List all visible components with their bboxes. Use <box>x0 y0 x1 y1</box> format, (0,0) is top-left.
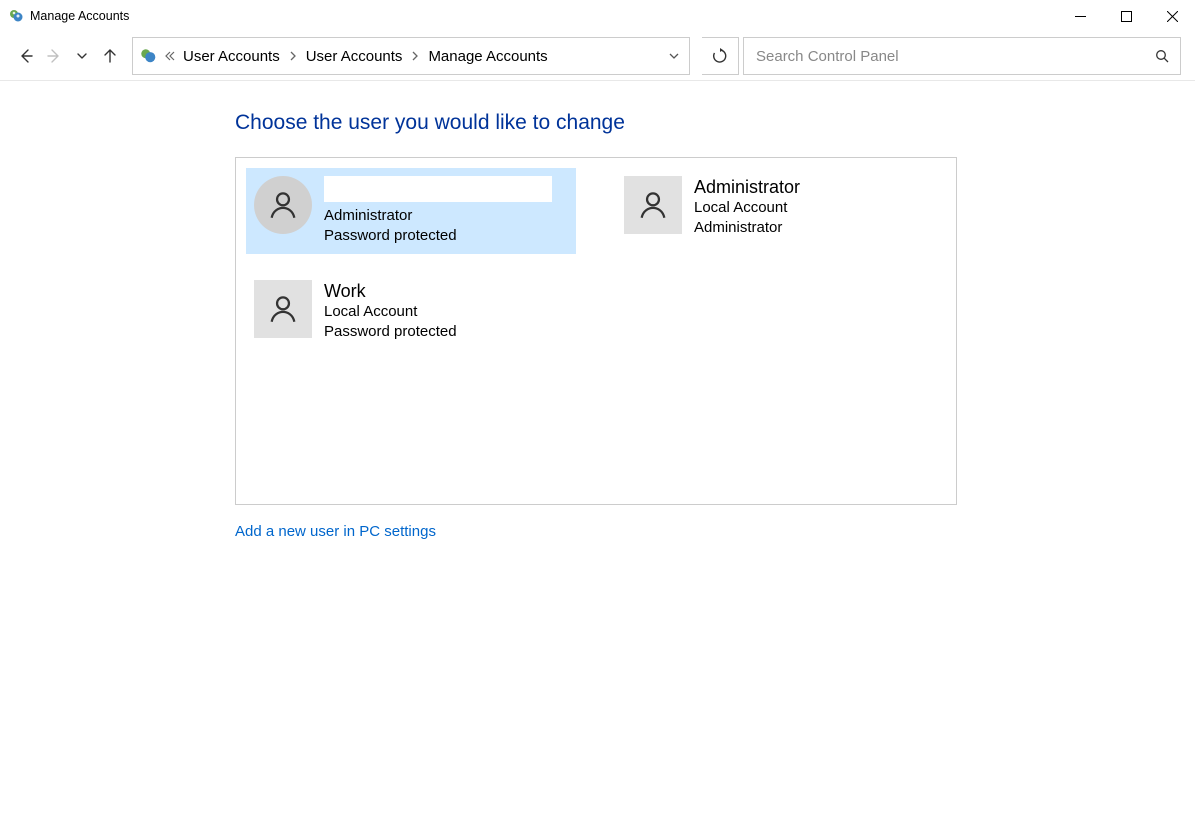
account-name <box>324 176 552 202</box>
accounts-list: Administrator Password protected Adminis… <box>235 157 957 505</box>
account-type: Local Account <box>694 198 800 218</box>
account-details: Administrator Local Account Administrato… <box>694 176 800 238</box>
toolbar: User Accounts User Accounts Manage Accou… <box>0 32 1195 81</box>
avatar <box>254 280 312 338</box>
avatar <box>254 176 312 234</box>
search-box[interactable] <box>743 37 1181 75</box>
account-item-current[interactable]: Administrator Password protected <box>246 168 576 254</box>
account-status: Password protected <box>324 322 457 342</box>
breadcrumb-item-1[interactable]: User Accounts <box>300 38 409 74</box>
window-controls <box>1057 0 1195 32</box>
window-title: Manage Accounts <box>30 9 129 23</box>
address-bar[interactable]: User Accounts User Accounts Manage Accou… <box>132 37 690 75</box>
account-name: Work <box>324 280 457 302</box>
page-heading: Choose the user you would like to change <box>235 111 1195 135</box>
breadcrumb-item-0[interactable]: User Accounts <box>177 38 286 74</box>
breadcrumb-overflow-icon[interactable] <box>163 50 177 62</box>
forward-button[interactable] <box>42 44 66 68</box>
content-area: Choose the user you would like to change… <box>0 81 1195 540</box>
maximize-button[interactable] <box>1103 0 1149 32</box>
refresh-button[interactable] <box>702 37 739 75</box>
recent-locations-button[interactable] <box>70 44 94 68</box>
titlebar: Manage Accounts <box>0 0 1195 32</box>
location-icon <box>139 47 157 65</box>
chevron-right-icon[interactable] <box>408 51 422 61</box>
account-status: Password protected <box>324 226 552 246</box>
search-input[interactable] <box>754 47 1155 66</box>
add-user-link[interactable]: Add a new user in PC settings <box>235 523 1195 540</box>
account-item-administrator[interactable]: Administrator Local Account Administrato… <box>616 168 946 254</box>
account-item-work[interactable]: Work Local Account Password protected <box>246 272 576 350</box>
account-name: Administrator <box>694 176 800 198</box>
chevron-right-icon[interactable] <box>286 51 300 61</box>
account-details: Administrator Password protected <box>324 176 552 246</box>
avatar <box>624 176 682 234</box>
back-button[interactable] <box>14 44 38 68</box>
account-status: Administrator <box>694 218 800 238</box>
account-type: Administrator <box>324 206 552 226</box>
breadcrumb-item-2[interactable]: Manage Accounts <box>422 38 553 74</box>
minimize-button[interactable] <box>1057 0 1103 32</box>
search-icon[interactable] <box>1155 49 1170 64</box>
app-icon <box>8 8 24 24</box>
account-details: Work Local Account Password protected <box>324 280 457 342</box>
up-button[interactable] <box>98 44 122 68</box>
close-button[interactable] <box>1149 0 1195 32</box>
account-type: Local Account <box>324 302 457 322</box>
address-dropdown-button[interactable] <box>658 38 689 74</box>
